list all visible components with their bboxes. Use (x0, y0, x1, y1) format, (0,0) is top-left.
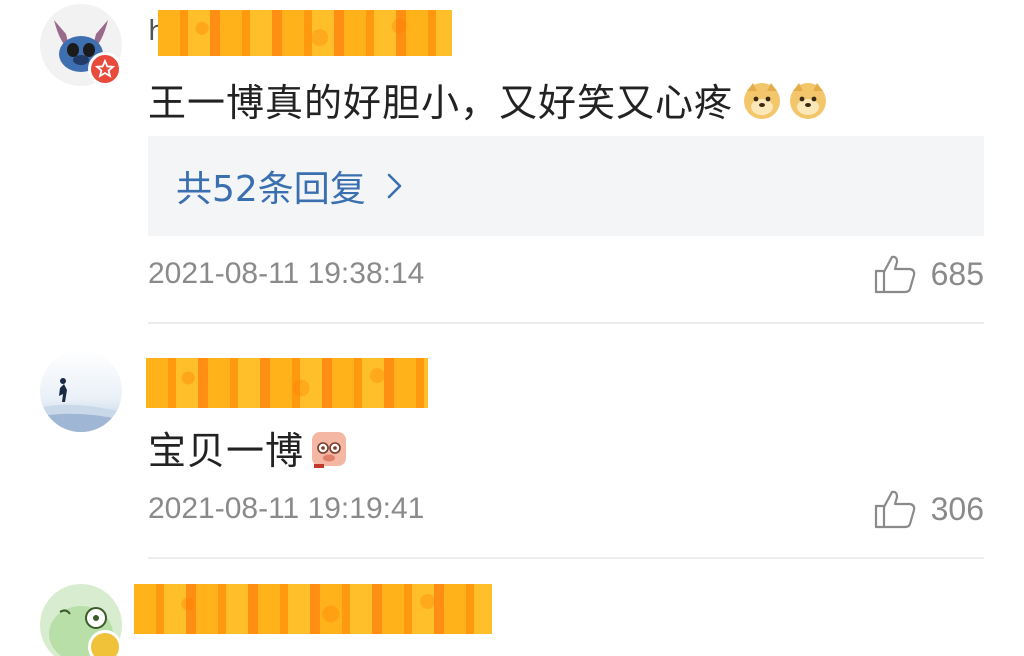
avatar-skier[interactable] (40, 350, 122, 432)
like-count: 685 (930, 255, 984, 292)
replies-count-label: 共52条回复 (176, 169, 366, 210)
chevron-right-icon (387, 173, 402, 199)
pig-emoji-icon (312, 431, 347, 468)
username-redacted[interactable] (134, 584, 492, 634)
replies-box[interactable]: 共52条回复 (148, 136, 984, 236)
like-count: 306 (930, 490, 984, 527)
view-replies-link[interactable]: 共52条回复 (176, 160, 404, 212)
comment-list: h 王一博真的好胆小，又好笑又心疼 共52条回复 2021-08-11 19:3… (0, 0, 1024, 656)
comment-timestamp: 2021-08-11 19:19:41 (148, 492, 425, 525)
comment-timestamp: 2021-08-11 19:38:14 (148, 257, 425, 290)
comment-body: 宝贝一博 (148, 429, 305, 473)
vip-star-icon (88, 52, 122, 86)
like-button[interactable]: 685 (873, 253, 984, 295)
thumbs-up-icon (874, 255, 915, 294)
comment-text: 宝贝一博 (148, 420, 352, 475)
username-redacted[interactable] (146, 358, 428, 408)
comment-divider (148, 557, 984, 559)
like-button[interactable]: 306 (873, 488, 984, 530)
comment-divider (148, 322, 984, 324)
username-redacted[interactable] (158, 10, 452, 56)
vip-badge-icon (88, 630, 122, 656)
doge-emoji-icon (790, 82, 827, 119)
thumbs-up-icon (874, 490, 915, 529)
comment-text: 王一博真的好胆小，又好笑又心疼 (148, 72, 829, 127)
comment-body: 王一博真的好胆小，又好笑又心疼 (148, 81, 734, 125)
doge-emoji-icon (744, 82, 781, 119)
